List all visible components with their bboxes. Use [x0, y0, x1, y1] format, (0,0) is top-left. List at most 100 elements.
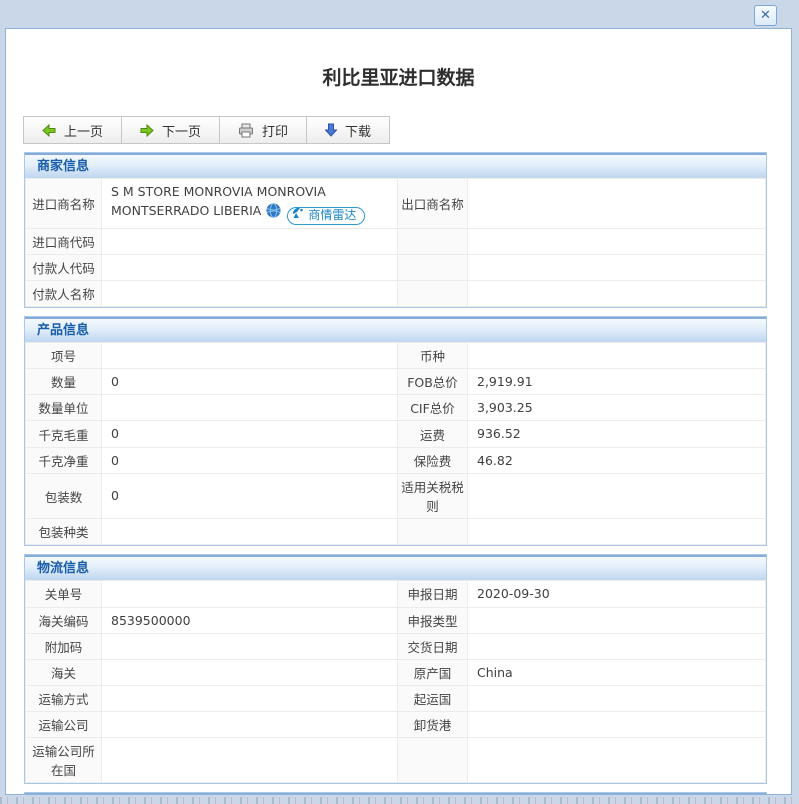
field-value [467, 178, 766, 229]
field-value: 2020-09-30 [467, 580, 766, 608]
field-value [467, 632, 766, 660]
section-description: 描述 产品描述 Lightemitting diode (LED) lamps … [24, 792, 767, 794]
field-label: 关单号 [25, 580, 102, 608]
radar-icon [292, 206, 305, 225]
field-value [101, 711, 398, 739]
field-label [397, 737, 468, 784]
field-label: 千克毛重 [25, 420, 102, 448]
field-value [101, 580, 398, 608]
section-merchant-title: 商家信息 [25, 153, 766, 178]
page-backdrop: { "colors": { "backdrop": "#c9d7e9", "di… [0, 0, 799, 804]
field-value [101, 279, 398, 307]
next-page-label: 下一页 [162, 124, 202, 140]
field-value: 3,903.25 [467, 394, 766, 422]
field-label: 附加码 [25, 632, 102, 660]
radar-label: 商情雷达 [308, 208, 357, 223]
table-row: 千克净重 0 保险费 46.82 [25, 446, 766, 475]
field-value [467, 227, 766, 255]
field-label [397, 518, 468, 546]
field-value [467, 518, 766, 546]
table-row: 数量单位 CIF总价 3,903.25 [25, 394, 766, 422]
table-row: 包装数 0 适用关税税则 [25, 473, 766, 520]
table-row: 进口商代码 [25, 227, 766, 255]
field-label: 原产国 [397, 658, 468, 687]
field-value [467, 253, 766, 281]
field-label: 海关 [25, 658, 102, 687]
table-row: 付款人名称 [25, 279, 766, 307]
table-row: 千克毛重 0 运费 936.52 [25, 420, 766, 448]
field-label: 运输公司 [25, 711, 102, 739]
field-value: 46.82 [467, 446, 766, 475]
field-label: CIF总价 [397, 394, 468, 422]
merchant-table: 进口商名称 S M STORE MONROVIA MONROVIA MONTSE… [25, 178, 766, 307]
section-product: 产品信息 项号 币种 数量 0 FOB总价 2,919.91 数量单位 CIF总… [24, 315, 767, 547]
table-row: 进口商名称 S M STORE MONROVIA MONROVIA MONTSE… [25, 178, 766, 229]
arrow-right-icon [140, 123, 154, 137]
arrow-down-icon [325, 123, 338, 137]
field-label [397, 253, 468, 281]
table-row: 海关 原产国 China [25, 658, 766, 687]
field-label: 进口商名称 [25, 178, 102, 229]
field-value: 0 [101, 367, 398, 396]
section-logistics-title: 物流信息 [25, 555, 766, 581]
field-label: 数量单位 [25, 394, 102, 422]
field-value [467, 473, 766, 520]
product-table: 项号 币种 数量 0 FOB总价 2,919.91 数量单位 CIF总价 3,9… [25, 341, 766, 546]
close-button[interactable]: ✕ [754, 5, 777, 26]
table-row: 运输公司所在国 [25, 737, 766, 784]
field-label: 适用关税税则 [397, 473, 468, 520]
field-label: 包装种类 [25, 518, 102, 546]
field-label [397, 227, 468, 255]
field-label: 付款人代码 [25, 253, 102, 281]
next-page-button[interactable]: 下一页 [122, 117, 221, 143]
field-label: 数量 [25, 367, 102, 396]
field-value [101, 394, 398, 422]
field-label: 千克净重 [25, 446, 102, 475]
field-label: 进口商代码 [25, 227, 102, 255]
field-label: 币种 [397, 341, 468, 369]
field-value [467, 341, 766, 369]
section-description-title: 描述 [25, 793, 766, 794]
underlying-page-sliver [0, 797, 799, 804]
field-value [467, 711, 766, 739]
field-value: 2,919.91 [467, 367, 766, 396]
field-label: 运输方式 [25, 685, 102, 713]
import-data-dialog: 利比里亚进口数据 上一页 下一页 打印 下载 商家信息 进口商名称 S M ST… [5, 28, 792, 795]
table-row: 项号 币种 [25, 341, 766, 369]
table-row: 海关编码 8539500000 申报类型 [25, 606, 766, 634]
field-label: 运输公司所在国 [25, 737, 102, 784]
field-value [467, 685, 766, 713]
section-merchant: 商家信息 进口商名称 S M STORE MONROVIA MONROVIA M… [24, 152, 767, 308]
prev-page-label: 上一页 [64, 124, 104, 140]
field-label: 申报日期 [397, 580, 468, 608]
field-label: 卸货港 [397, 711, 468, 739]
prev-page-button[interactable]: 上一页 [24, 117, 123, 143]
download-button[interactable]: 下载 [307, 117, 389, 143]
print-button[interactable]: 打印 [220, 117, 308, 143]
field-value: 0 [101, 420, 398, 448]
field-value [101, 632, 398, 660]
field-value [101, 227, 398, 255]
field-value: 0 [101, 446, 398, 475]
table-row: 关单号 申报日期 2020-09-30 [25, 580, 766, 608]
table-row: 付款人代码 [25, 253, 766, 281]
field-value [467, 737, 766, 784]
radar-link[interactable]: 商情雷达 [287, 206, 366, 225]
field-label: 包装数 [25, 473, 102, 520]
field-value [101, 685, 398, 713]
field-label: 交货日期 [397, 632, 468, 660]
table-row: 附加码 交货日期 [25, 632, 766, 660]
field-label: 出口商名称 [397, 178, 468, 229]
page-title: 利比里亚进口数据 [322, 67, 475, 89]
toolbar: 上一页 下一页 打印 下载 [23, 116, 391, 144]
section-product-title: 产品信息 [25, 316, 766, 342]
field-label [397, 279, 468, 307]
globe-icon[interactable] [266, 203, 281, 223]
field-label: 申报类型 [397, 606, 468, 634]
field-value: China [467, 658, 766, 687]
field-value [101, 253, 398, 281]
field-value [467, 279, 766, 307]
field-label: 起运国 [397, 685, 468, 713]
arrow-left-icon [42, 123, 56, 137]
field-label: 项号 [25, 341, 102, 369]
